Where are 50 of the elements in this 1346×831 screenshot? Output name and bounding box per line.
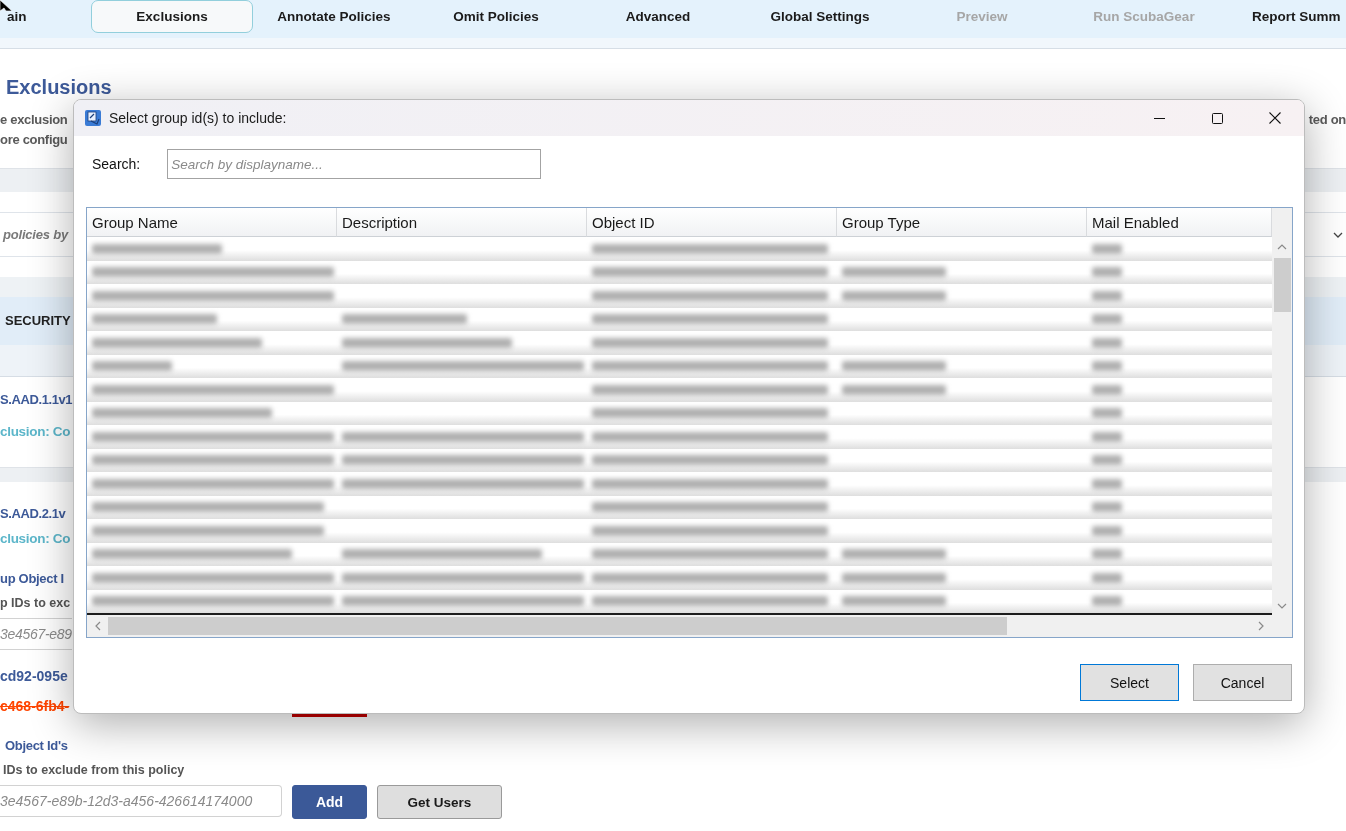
- vertical-scrollbar[interactable]: [1272, 208, 1292, 615]
- chevron-up-icon[interactable]: [1277, 244, 1287, 250]
- section-hint: IDs to exclude from this policy: [3, 762, 185, 779]
- policy-id: S.AAD.2.1v: [0, 505, 66, 523]
- description-text: ore configu: [0, 131, 68, 149]
- chevron-left-icon[interactable]: [94, 621, 101, 631]
- input-field[interactable]: 3e4567-e89: [0, 618, 72, 650]
- section-title: up Object I: [0, 570, 64, 588]
- nav-tab[interactable]: Global Settings: [739, 0, 901, 33]
- chevron-down-icon[interactable]: [1333, 231, 1343, 238]
- group-id-entry: c468-6fb4-: [0, 697, 70, 716]
- exclusion-label: clusion: Co: [0, 423, 71, 441]
- column-header[interactable]: Mail Enabled: [1087, 208, 1272, 237]
- group-id-entry: cd92-095e: [0, 667, 68, 686]
- section-title: Object Id's: [5, 737, 68, 755]
- minimize-icon: [1153, 117, 1165, 119]
- page-heading: Exclusions: [6, 75, 112, 100]
- dialog-button[interactable]: Cancel: [1193, 664, 1292, 701]
- nav-tab[interactable]: Advanced: [577, 0, 739, 33]
- close-icon: [1269, 112, 1281, 124]
- dialog-title: Select group id(s) to include:: [109, 110, 287, 126]
- nav-tab[interactable]: Omit Policies: [415, 0, 577, 33]
- maximize-icon: [1211, 112, 1223, 124]
- search-label: Search:: [92, 156, 141, 172]
- column-header[interactable]: Object ID: [587, 208, 837, 237]
- input-field[interactable]: 3e4567-e89b-12d3-a456-426614174000: [0, 785, 282, 817]
- dialog-button[interactable]: Select: [1080, 664, 1179, 701]
- get-users-button[interactable]: Get Users: [377, 785, 502, 819]
- nav-tab[interactable]: Exclusions: [91, 0, 253, 33]
- exclusion-label: clusion: Co: [0, 530, 71, 548]
- description-text: e exclusion: [0, 111, 68, 129]
- scrollbar-thumb[interactable]: [108, 617, 1007, 635]
- column-header[interactable]: Group Type: [837, 208, 1087, 237]
- mouse-pointer-icon: [0, 0, 12, 11]
- add-button[interactable]: Add: [292, 785, 367, 819]
- column-header[interactable]: Description: [337, 208, 587, 237]
- description-text: ted on: [1308, 111, 1346, 129]
- section-hint: p IDs to exc: [0, 595, 71, 612]
- policy-id: S.AAD.1.1v1: [0, 391, 73, 409]
- app-icon: [85, 110, 101, 126]
- nav-tab[interactable]: Report Summ: [1225, 0, 1346, 33]
- horizontal-scrollbar[interactable]: [87, 615, 1292, 637]
- section-header-text: SECURITY: [5, 312, 71, 330]
- scrollbar-thumb[interactable]: [1273, 258, 1291, 312]
- nav-tab[interactable]: Annotate Policies: [253, 0, 415, 33]
- column-header[interactable]: Group Name: [87, 208, 337, 237]
- nav-tab[interactable]: ain: [0, 0, 91, 33]
- chevron-right-icon[interactable]: [1258, 621, 1264, 631]
- search-field[interactable]: Search by displayname...: [167, 149, 542, 179]
- dropdown-placeholder[interactable]: policies by: [3, 227, 68, 242]
